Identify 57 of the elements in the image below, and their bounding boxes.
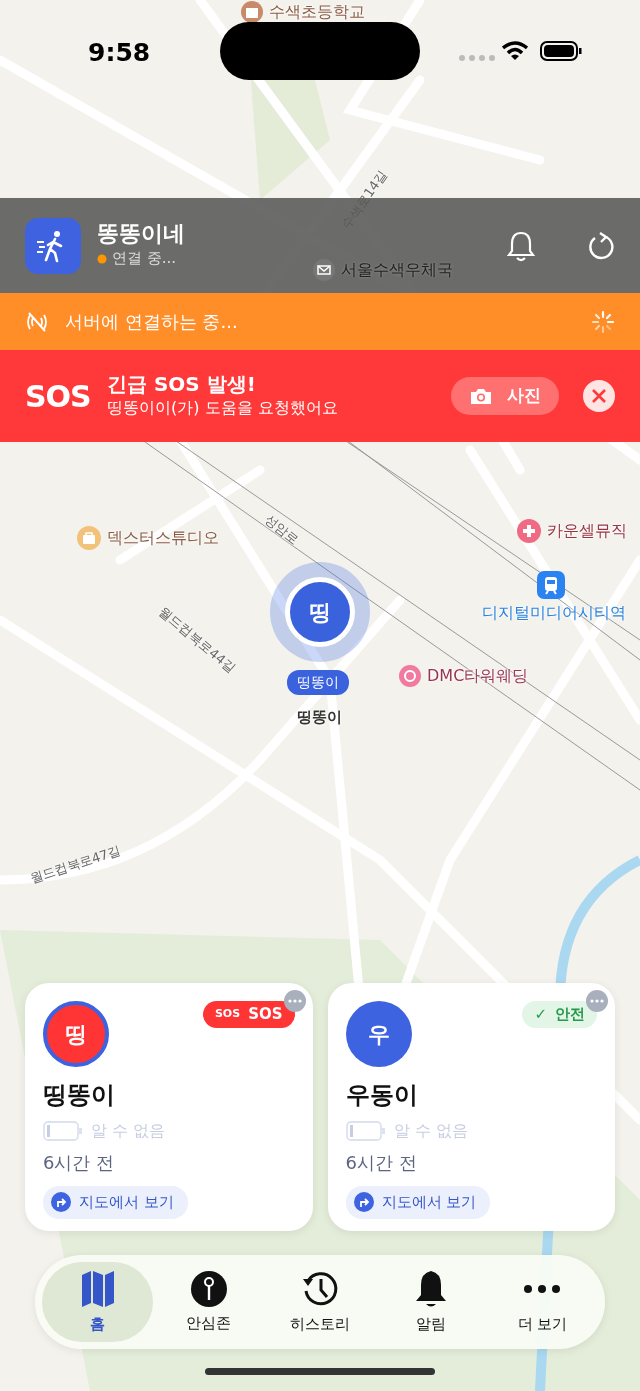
tab[interactable]: 알림	[375, 1262, 487, 1342]
header-title: 똥똥이네	[97, 221, 185, 248]
place-label: 덱스터스튜디오	[107, 527, 219, 549]
battery-status: 알 수 없음	[91, 1120, 166, 1142]
sos-title: 긴급 SOS 발생!	[107, 372, 257, 396]
spinner-icon	[591, 309, 615, 334]
member-name: 띵똥이	[43, 1080, 116, 1111]
more-button[interactable]	[586, 990, 608, 1012]
status-label: 안전	[555, 1004, 585, 1025]
sos-label: SOS	[25, 377, 92, 416]
connection-message: 서버에 연결하는 중...	[65, 310, 238, 334]
camera-icon	[469, 386, 493, 406]
status-label: SOS	[248, 1004, 283, 1025]
school-icon	[240, 0, 264, 24]
avatar: 띵	[43, 1001, 109, 1067]
tab[interactable]: 히스토리	[264, 1262, 376, 1342]
view-on-map-button[interactable]: 지도에서 보기	[43, 1186, 188, 1219]
sos-icon: SOS	[214, 1006, 241, 1023]
connection-status: 연결 중...	[112, 248, 177, 270]
tab[interactable]: 홈	[42, 1262, 154, 1342]
place-label: 디지털미디어시티역	[482, 602, 626, 624]
view-on-map-button[interactable]: 지도에서 보기	[345, 1186, 491, 1219]
more-icon	[590, 999, 604, 1003]
ring-icon	[398, 664, 422, 688]
pin-icon	[189, 1269, 228, 1308]
sos-message: 띵똥이이(가) 도움을 요청했어요	[107, 397, 338, 419]
more-icon	[523, 1284, 562, 1293]
avatar: 우	[345, 1001, 412, 1067]
place-label: 카운셀뮤직	[547, 520, 627, 542]
refresh-icon	[586, 230, 614, 261]
battery-status: 알 수 없음	[393, 1120, 468, 1142]
close-button[interactable]	[583, 380, 615, 412]
more-button[interactable]	[283, 990, 306, 1012]
status-dot-icon	[97, 253, 107, 264]
signal-icon	[458, 54, 498, 62]
wifi-icon	[502, 41, 528, 61]
tab[interactable]: 더 보기	[486, 1262, 598, 1342]
train-icon	[536, 570, 566, 600]
battery-icon	[345, 1121, 386, 1141]
tab[interactable]: 안심존	[153, 1262, 265, 1342]
last-seen: 6시간 전	[43, 1151, 116, 1175]
bell-icon	[506, 229, 536, 262]
more-icon	[287, 999, 302, 1003]
bag-icon	[76, 525, 102, 551]
place-label: DMC타워웨딩	[427, 665, 529, 687]
place-label: 서울수색우체국	[341, 259, 453, 281]
check-icon: ✓	[534, 1003, 547, 1026]
member-name: 우동이	[345, 1080, 419, 1111]
last-seen: 6시간 전	[345, 1151, 418, 1175]
battery-icon	[540, 41, 582, 61]
marker-name: 띵똥이	[297, 707, 342, 728]
place-label: 수색초등학교	[269, 1, 365, 23]
cross-icon	[516, 518, 542, 544]
marker-tag: 띵똥이	[287, 670, 349, 695]
battery-icon	[43, 1121, 83, 1141]
status-time: 9:58	[88, 37, 151, 69]
close-icon	[592, 389, 606, 403]
